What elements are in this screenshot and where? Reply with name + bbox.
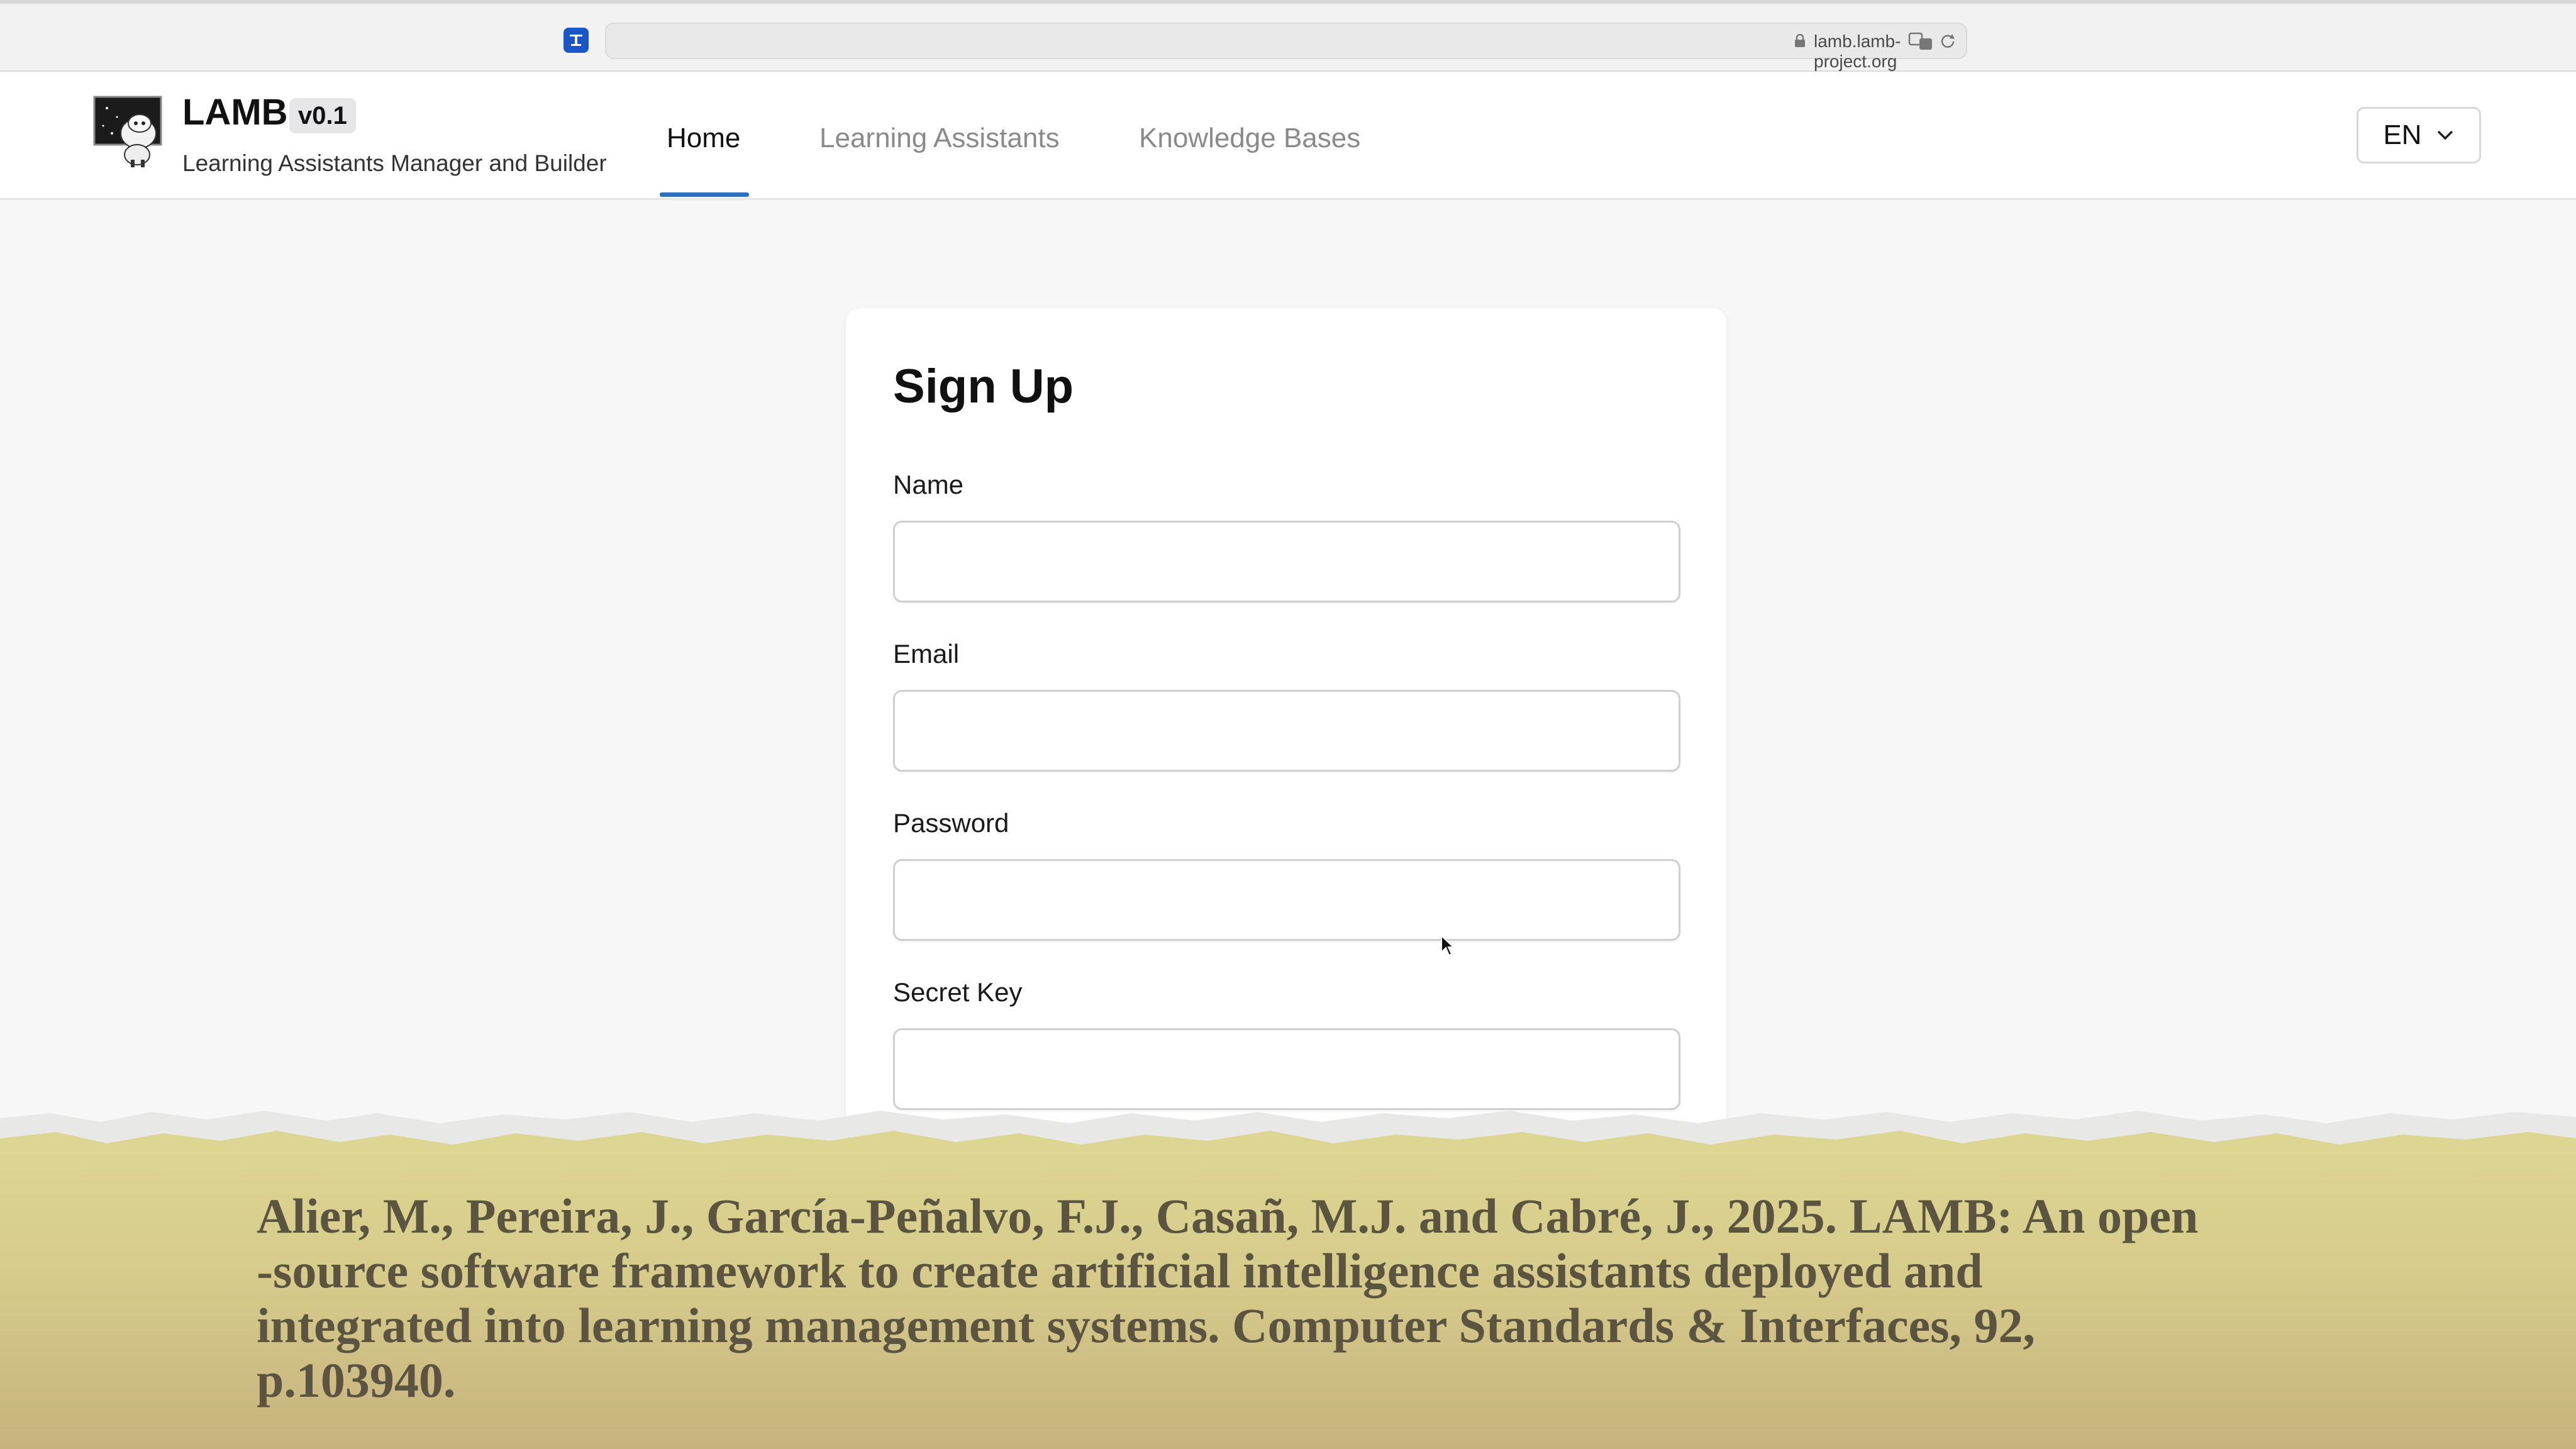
name-label: Name	[893, 470, 964, 499]
citation-text: Alier, M., Pereira, J., García-Peñalvo, …	[257, 1189, 2199, 1407]
signup-card: Sign Up Name Email Password Secret Key	[846, 308, 1726, 1189]
active-tab-indicator	[660, 192, 749, 197]
nav-tab-home[interactable]: Home	[667, 122, 740, 155]
version-badge: v0.1	[289, 98, 356, 133]
brand-title: LAMB	[182, 92, 288, 133]
email-label: Email	[893, 639, 960, 669]
secret-key-label: Secret Key	[893, 977, 1023, 1007]
email-field[interactable]	[893, 690, 1680, 772]
chevron-down-icon	[2437, 130, 2453, 140]
browser-toolbar: lamb.lamb-project.org	[0, 0, 2576, 72]
extension-icon[interactable]	[564, 28, 589, 53]
lock-icon	[1795, 34, 1805, 47]
signup-title: Sign Up	[893, 360, 1074, 413]
citation-banner: Alier, M., Pereira, J., García-Peñalvo, …	[0, 1094, 2576, 1449]
nav-tab-knowledge-bases[interactable]: Knowledge Bases	[1139, 122, 1360, 155]
translate-icon[interactable]	[1908, 31, 1933, 52]
mouse-cursor-icon	[1441, 935, 1454, 957]
brand-subtitle: Learning Assistants Manager and Builder	[182, 150, 607, 176]
address-bar[interactable]: lamb.lamb-project.org	[605, 23, 1967, 71]
nav-tab-learning-assistants[interactable]: Learning Assistants	[819, 122, 1060, 155]
password-label: Password	[893, 808, 1009, 838]
reload-icon[interactable]	[1938, 31, 1957, 52]
language-select[interactable]: EN	[2357, 107, 2481, 164]
language-value: EN	[2383, 119, 2422, 150]
name-field[interactable]	[893, 521, 1680, 602]
app-header: LAMB v0.1 Learning Assistants Manager an…	[0, 72, 2576, 200]
lamb-logo[interactable]	[93, 94, 164, 169]
password-field[interactable]	[893, 859, 1680, 941]
